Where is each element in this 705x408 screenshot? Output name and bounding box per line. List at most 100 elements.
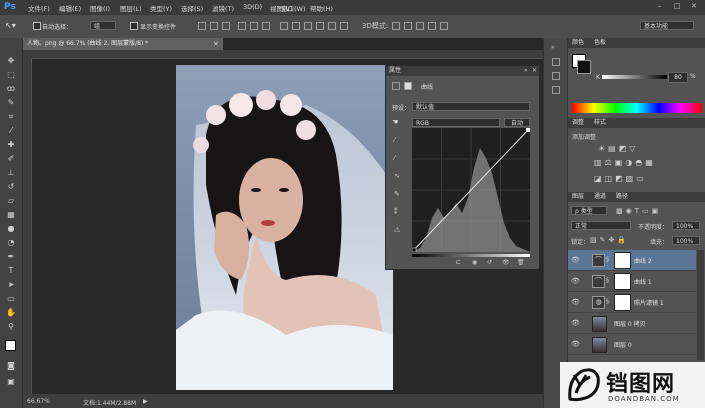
opacity-field[interactable]: 100%: [672, 221, 700, 230]
distribute-right-icon[interactable]: [340, 22, 348, 30]
minimize-button[interactable]: –: [658, 2, 662, 10]
visibility-eye-icon[interactable]: 👁: [571, 277, 580, 285]
layer-row[interactable]: 👁 ⌒ § 曲线 1: [568, 271, 696, 292]
zoom-tool-icon[interactable]: ⚲: [6, 322, 16, 332]
layer-row[interactable]: 👁 图层 0: [568, 334, 696, 355]
menu-3d[interactable]: 3D(D): [243, 3, 262, 11]
menu-layer[interactable]: 图层(L): [120, 3, 142, 13]
menu-window[interactable]: 窗口(W): [281, 3, 306, 13]
eraser-tool-icon[interactable]: ▱: [6, 196, 16, 206]
eyedropper-black-icon[interactable]: ⁄: [394, 136, 395, 144]
tab-styles[interactable]: 样式: [594, 119, 606, 126]
quick-select-tool-icon[interactable]: ✎: [6, 98, 16, 108]
link-icon[interactable]: §: [606, 256, 609, 263]
targeted-adjust-icon[interactable]: ☚: [392, 118, 398, 126]
layer-mask-thumbnail[interactable]: [614, 294, 631, 311]
gradient-tool-icon[interactable]: ▦: [6, 210, 16, 220]
k-value-field[interactable]: 80: [668, 72, 688, 83]
show-transform-checkbox[interactable]: [130, 22, 138, 30]
distribute-vcenter-icon[interactable]: [292, 22, 300, 30]
status-arrow-icon[interactable]: ▶: [143, 398, 148, 405]
shape-tool-icon[interactable]: ▭: [6, 294, 16, 304]
marquee-tool-icon[interactable]: ⬚: [6, 70, 16, 80]
tab-layers[interactable]: 图层: [572, 193, 584, 200]
align-right-icon[interactable]: [262, 22, 270, 30]
document-tab[interactable]: 人物。png @ 66.7% (曲线 2, 图层蒙版/8) *: [23, 38, 223, 50]
layer-mask-thumbnail[interactable]: [614, 252, 631, 269]
menu-file[interactable]: 文件(F): [28, 3, 50, 13]
link-icon[interactable]: §: [606, 277, 609, 284]
close-document-icon[interactable]: ×: [213, 40, 219, 48]
adjustment-icons-row1[interactable]: ☀▤◩▽: [598, 144, 678, 153]
clone-stamp-icon[interactable]: ⊥: [6, 168, 16, 178]
auto-select-dropdown[interactable]: 组: [90, 21, 116, 30]
workspace-dropdown[interactable]: 基本功能: [640, 21, 694, 30]
view-previous-icon[interactable]: ◉: [472, 259, 477, 266]
align-top-icon[interactable]: [198, 22, 206, 30]
smooth-curve-icon[interactable]: ⁑: [394, 208, 398, 216]
menu-type[interactable]: 类型(Y): [150, 3, 172, 13]
align-bottom-icon[interactable]: [222, 22, 230, 30]
curves-adjustment-icon[interactable]: [392, 82, 400, 90]
foreground-color-swatch[interactable]: [5, 340, 16, 351]
tab-color[interactable]: 颜色: [572, 39, 584, 46]
preset-dropdown[interactable]: 默认值: [412, 102, 530, 111]
clipping-warning-icon[interactable]: ⚠: [394, 226, 400, 234]
pencil-tool-icon[interactable]: ✎: [394, 190, 400, 198]
hand-tool-icon[interactable]: ✋: [6, 308, 16, 318]
menu-help[interactable]: 帮助(H): [310, 3, 333, 13]
tab-swatches[interactable]: 色板: [594, 39, 606, 46]
lasso-tool-icon[interactable]: ꝏ: [6, 84, 16, 94]
curves-graph[interactable]: [411, 127, 531, 253]
auto-button[interactable]: 自动: [504, 118, 530, 127]
3d-scale-icon[interactable]: [440, 22, 448, 30]
screen-mode-icon[interactable]: ▣: [6, 377, 16, 387]
3d-rotate-icon[interactable]: [392, 22, 400, 30]
move-tool-icon[interactable]: ↖▾: [5, 21, 16, 30]
distribute-hcenter-icon[interactable]: [328, 22, 336, 30]
curve-point-tool-icon[interactable]: ∿: [394, 172, 400, 180]
visibility-icon[interactable]: 👁: [502, 259, 510, 266]
tab-adjustments[interactable]: 调整: [572, 119, 584, 126]
tab-paths[interactable]: 路径: [616, 193, 628, 200]
distribute-top-icon[interactable]: [280, 22, 288, 30]
visibility-eye-icon[interactable]: 👁: [571, 298, 580, 306]
layer-filter-icons[interactable]: ▩◉T▭▣: [616, 207, 661, 215]
channel-dropdown[interactable]: RGB: [412, 118, 500, 127]
menu-select[interactable]: 选择(S): [181, 3, 203, 13]
color-spectrum-bar[interactable]: [572, 103, 702, 113]
visibility-eye-icon[interactable]: 👁: [571, 340, 580, 348]
link-icon[interactable]: §: [606, 298, 609, 305]
3d-drag-icon[interactable]: [416, 22, 424, 30]
paragraph-panel-icon[interactable]: [552, 86, 560, 94]
healing-brush-icon[interactable]: ✚: [6, 140, 16, 150]
menu-filter[interactable]: 滤镜(T): [212, 3, 234, 13]
layer-mask-thumbnail[interactable]: [614, 273, 631, 290]
blur-tool-icon[interactable]: ●: [6, 224, 16, 234]
reset-icon[interactable]: ↺: [487, 259, 492, 266]
maximize-button[interactable]: □: [674, 2, 681, 10]
adjustment-icons-row3[interactable]: ◪◫◩▨▭: [594, 174, 684, 183]
move-tool-icon[interactable]: ✥: [6, 56, 16, 66]
layer-row[interactable]: 👁 ◍ § 照片滤镜 1: [568, 292, 696, 313]
3d-slide-icon[interactable]: [428, 22, 436, 30]
dock-collapse-icon[interactable]: »: [551, 44, 555, 51]
k-slider-track[interactable]: [602, 75, 667, 79]
auto-select-checkbox[interactable]: [33, 22, 41, 30]
layer-row[interactable]: 👁 图层 0 拷贝: [568, 313, 696, 334]
quick-mask-icon[interactable]: ◙: [6, 361, 16, 371]
fill-field[interactable]: 100%: [672, 236, 700, 245]
path-select-icon[interactable]: ➤: [6, 280, 16, 290]
history-panel-icon[interactable]: [552, 58, 560, 66]
layer-row[interactable]: 👁 ⌒ § 曲线 2: [568, 250, 696, 271]
mask-icon[interactable]: [404, 82, 412, 90]
panel-close-icon[interactable]: ✕: [532, 67, 537, 74]
delete-adjustment-icon[interactable]: 🗑: [517, 259, 525, 266]
close-button[interactable]: ✕: [691, 2, 697, 10]
distribute-left-icon[interactable]: [316, 22, 324, 30]
align-vcenter-icon[interactable]: [210, 22, 218, 30]
type-tool-icon[interactable]: T: [6, 266, 16, 276]
lock-icons[interactable]: ▨✎✥🔒: [590, 236, 629, 244]
align-left-icon[interactable]: [238, 22, 246, 30]
brush-tool-icon[interactable]: ✐: [6, 154, 16, 164]
